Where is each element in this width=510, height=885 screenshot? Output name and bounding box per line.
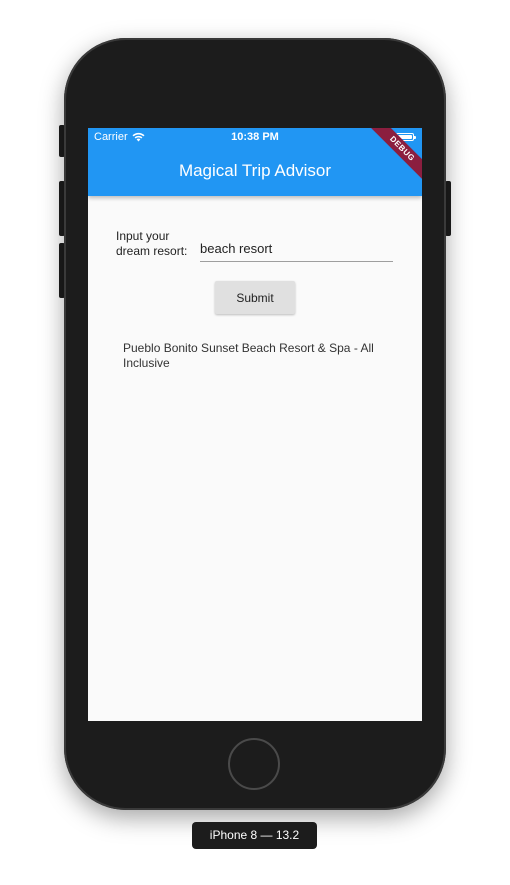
submit-button[interactable]: Submit xyxy=(215,281,295,314)
resort-input-label-line1: Input your xyxy=(116,229,170,243)
resort-input-label-line2: dream resort: xyxy=(116,244,188,258)
resort-input[interactable] xyxy=(200,235,393,262)
status-bar: Carrier 10:38 PM xyxy=(88,128,422,148)
app-title: Magical Trip Advisor xyxy=(178,161,332,180)
status-time: 10:38 PM xyxy=(231,131,279,143)
app-bar: Carrier 10:38 PM Magical Trip Advisor DE… xyxy=(88,128,422,196)
home-button[interactable] xyxy=(228,738,280,790)
device-label: iPhone 8 — 13.2 xyxy=(192,822,317,849)
result-text: Pueblo Bonito Sunset Beach Resort & Spa … xyxy=(123,341,374,370)
simulator-stage: Carrier 10:38 PM Magical Trip Advisor DE… xyxy=(0,0,510,885)
app-screen: Carrier 10:38 PM Magical Trip Advisor DE… xyxy=(88,128,422,721)
resort-input-label: Input your dream resort: xyxy=(116,229,191,259)
